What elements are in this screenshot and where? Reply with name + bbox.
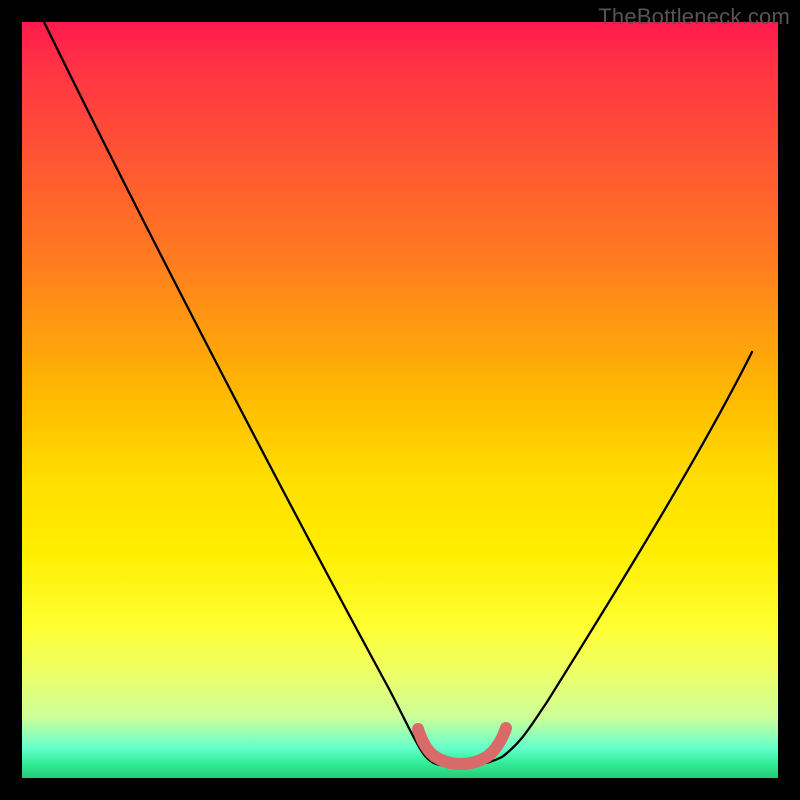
chart-svg bbox=[22, 22, 778, 778]
valley-marker-line bbox=[418, 728, 506, 764]
chart-container: TheBottleneck.com bbox=[0, 0, 800, 800]
bottleneck-curve bbox=[44, 22, 752, 766]
plot-area bbox=[22, 22, 778, 778]
watermark-text: TheBottleneck.com bbox=[598, 4, 790, 30]
